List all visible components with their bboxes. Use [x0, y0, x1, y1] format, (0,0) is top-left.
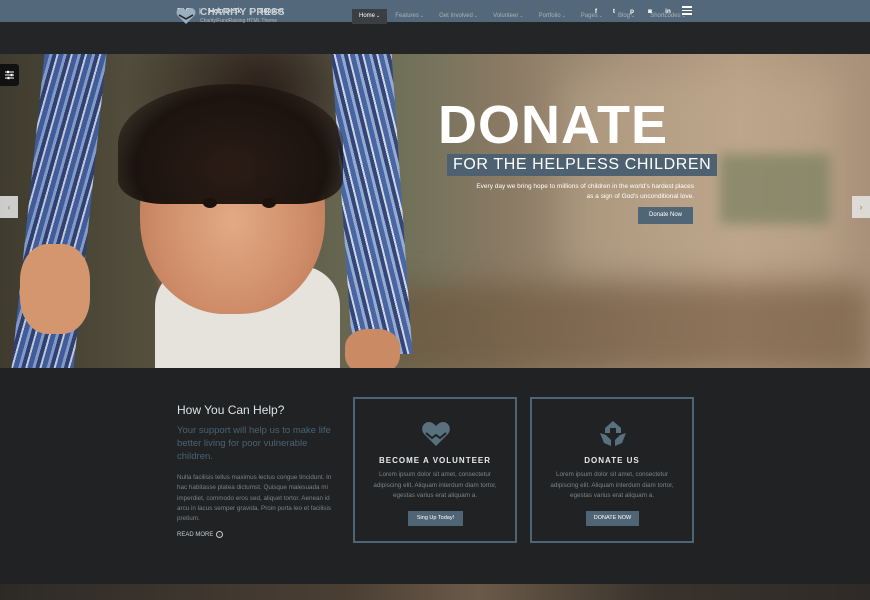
donate-card: DONATE US Lorem ipsum dolor sit amet, co…: [530, 397, 694, 543]
slider-prev-icon[interactable]: ‹: [0, 196, 18, 218]
hero-subtitle: FOR THE HELPLESS CHILDREN: [447, 154, 718, 176]
chevron-down-icon: ⌄: [419, 13, 425, 19]
chevron-down-icon: ⌄: [376, 13, 381, 19]
chevron-down-icon: ⌄: [561, 13, 566, 19]
nav-item-home[interactable]: Home⌄: [352, 9, 388, 24]
card-text: Lorem ipsum dolor sit amet, consectetur …: [373, 471, 497, 499]
donate-now-button[interactable]: DONATE NOW: [586, 511, 639, 526]
chevron-down-icon: ⌄: [519, 13, 524, 19]
card-title: BECOME A VOLUNTEER: [378, 456, 492, 465]
home-hands-icon: [600, 421, 626, 446]
chevron-down-icon: ⌄: [631, 13, 636, 19]
hero-title: DONATE: [438, 95, 668, 155]
hero-slider: ‹ ›: [0, 54, 870, 368]
section-title: How You Can Help?: [177, 403, 285, 417]
brand-name: CHARITY PRESS: [200, 7, 285, 18]
nav-item-volunteer[interactable]: Volunteer⌄: [486, 9, 531, 24]
card-text: Lorem ipsum dolor sit amet, consectetur …: [550, 471, 674, 499]
section-lead: Your support will help us to make life b…: [177, 425, 331, 462]
chevron-down-icon: ⌄: [681, 13, 686, 19]
chevron-down-icon: ⌄: [598, 13, 603, 19]
brand-tagline: Charity/FundRaising HTML Theme: [200, 18, 277, 24]
hero-description: Every day we bring hope to millions of c…: [476, 183, 694, 200]
sign-up-button[interactable]: Sing Up Today!: [408, 511, 463, 526]
hammock-strap: [331, 54, 413, 354]
heart-logo-icon: [176, 8, 196, 24]
nav-item-get-involved[interactable]: Get Involved⌄: [432, 9, 485, 24]
read-more-link[interactable]: READ MORE ›: [177, 531, 224, 538]
sliders-icon: [5, 70, 14, 80]
arrow-right-circle-icon: ›: [216, 531, 224, 538]
section-body: Nulla facilisis tellus maximus lectus co…: [177, 474, 332, 523]
nav-item-shortcodes[interactable]: Shortcodes⌄: [643, 9, 693, 24]
chevron-down-icon: ⌄: [473, 13, 478, 19]
nav-item-features[interactable]: Features⌄: [388, 9, 431, 24]
settings-toggle[interactable]: [0, 64, 19, 86]
card-title: DONATE US: [584, 456, 640, 465]
nav-item-portfolio[interactable]: Portfolio⌄: [532, 9, 573, 24]
slider-next-icon[interactable]: ›: [852, 196, 870, 218]
nav-item-blog[interactable]: Blog⌄: [611, 9, 642, 24]
volunteer-card: BECOME A VOLUNTEER Lorem ipsum dolor sit…: [353, 397, 517, 543]
nav-item-pages[interactable]: Pages⌄: [574, 9, 610, 24]
site-logo[interactable]: CHARITY PRESS Charity/FundRaising HTML T…: [176, 7, 285, 25]
main-menu: Home⌄ Features⌄ Get Involved⌄ Volunteer⌄…: [352, 9, 694, 24]
bottom-image-strip: [0, 584, 870, 600]
donate-now-button[interactable]: Donate Now: [638, 207, 693, 224]
heart-hands-icon: [422, 422, 450, 446]
main-navbar: [0, 22, 870, 54]
